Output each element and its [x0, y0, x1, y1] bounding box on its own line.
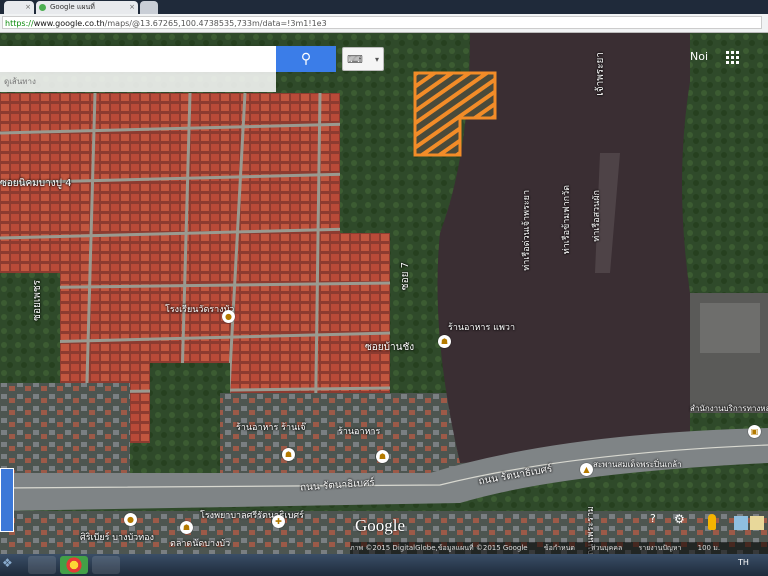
file-explorer-icon[interactable]: [28, 556, 56, 574]
pier-label: ท่าเรือสวนผัก: [592, 190, 602, 242]
apps-grid-icon[interactable]: [726, 51, 740, 65]
earth-thumbnail-icon: [750, 516, 764, 530]
input-tools-button[interactable]: ⌨ ▾: [342, 47, 384, 71]
bridge-icon[interactable]: ▲: [580, 463, 593, 476]
imagery-thumbnail[interactable]: [0, 468, 14, 532]
road-label: ซอยนิคมบางปู 4: [0, 178, 72, 189]
close-icon[interactable]: ×: [129, 1, 135, 14]
language-indicator[interactable]: TH: [738, 558, 749, 567]
shopping-icon[interactable]: ●: [124, 513, 137, 526]
building-icon[interactable]: ▣: [748, 425, 761, 438]
place-label: สำนักงานบริการทางหลวงพิเศษ: [690, 404, 768, 413]
right-bank: [690, 33, 768, 293]
warehouse-roof: [700, 303, 760, 353]
attribution-bar: ภาพ ©2015 DigitalGlobe,ข้อมูลแผนที่ ©201…: [350, 542, 768, 554]
tab-google-maps[interactable]: Google แผนที่ ×: [36, 1, 138, 14]
place-label: ตลาดนัดบางบัว: [170, 539, 231, 549]
google-maps-favicon-icon: [39, 4, 46, 11]
place-label: โรงพยาบาลศรีรัตนาธิเบศร์: [200, 511, 304, 521]
place-label: ร้านอาหาร: [338, 427, 381, 437]
directions-hint[interactable]: ดูเส้นทาง: [0, 72, 276, 92]
chevron-down-icon: ▾: [374, 55, 379, 64]
school-icon[interactable]: ●: [222, 310, 235, 323]
tab-blank[interactable]: ×: [4, 1, 34, 14]
chrome-icon[interactable]: [60, 556, 88, 574]
url-scheme: https://: [5, 19, 34, 28]
place-label: ร้านอาหาร แพวา: [448, 323, 516, 333]
satellite-map[interactable]: [0, 33, 768, 554]
road-label: ซอย 7: [400, 262, 411, 291]
restaurant-icon[interactable]: ☗: [282, 448, 295, 461]
hospital-icon[interactable]: ✚: [272, 515, 285, 528]
road-label: ซอยเพชร: [32, 280, 43, 321]
pier-label: ท่าเรือด่วนเจ้าพระยา: [522, 190, 532, 271]
pier-label: ท่าเรือข้ามฟากวัด: [562, 185, 572, 255]
river-label: เจ้าพระยา: [595, 52, 606, 96]
terms-link[interactable]: ข้อกำหนด: [544, 544, 575, 552]
map-thumbnail-icon: [734, 516, 748, 530]
place-label: สะพานสมเด็จพระปิ่นเกล้า: [593, 460, 682, 469]
url-path: /maps/@13.67265,100.4738535,733m/data=!3…: [104, 19, 327, 28]
scale-bar: 100 ม.: [697, 544, 721, 552]
attribution-text: ภาพ ©2015 DigitalGlobe,ข้อมูลแผนที่ ©201…: [350, 544, 528, 552]
restaurant-icon[interactable]: ☗: [438, 335, 451, 348]
place-label: ศิริเบียร์ บางบัวทอง: [80, 533, 154, 543]
report-link[interactable]: รายงานปัญหา: [639, 544, 682, 552]
address-bar: https://www.google.co.th/maps/@13.67265,…: [0, 14, 768, 33]
tab-label: Google แผนที่: [50, 3, 95, 11]
url-field[interactable]: https://www.google.co.th/maps/@13.67265,…: [2, 16, 762, 29]
taskbar: ❖: [0, 554, 768, 576]
help-icon[interactable]: ?: [650, 512, 664, 526]
google-logo: Google: [355, 516, 406, 535]
start-button[interactable]: ❖: [2, 556, 22, 574]
pegman-icon[interactable]: [708, 514, 716, 530]
green-patch: [150, 363, 230, 453]
privacy-link[interactable]: ส่วนบุคคล: [591, 544, 622, 552]
keyboard-icon: ⌨: [347, 53, 363, 66]
browser-tab-strip: × Google แผนที่ ×: [0, 0, 768, 14]
road-label: ซอยบ้านชัง: [365, 342, 415, 353]
gear-icon[interactable]: ⚙: [674, 512, 688, 526]
restaurant-icon[interactable]: ☗: [180, 521, 193, 534]
new-tab-button[interactable]: [140, 1, 158, 14]
earth-toggle[interactable]: [734, 516, 764, 530]
restaurant-icon[interactable]: ☗: [376, 450, 389, 463]
url-host: www.google.co.th: [33, 19, 105, 28]
app-icon[interactable]: [92, 556, 120, 574]
search-button[interactable]: ⚲: [276, 46, 336, 72]
user-name[interactable]: Noi: [690, 50, 708, 63]
search-input[interactable]: [0, 46, 276, 72]
place-label: ร้านอาหาร ร้านเจ๊: [236, 423, 306, 433]
close-icon[interactable]: ×: [25, 1, 31, 14]
search-icon: ⚲: [300, 51, 312, 67]
